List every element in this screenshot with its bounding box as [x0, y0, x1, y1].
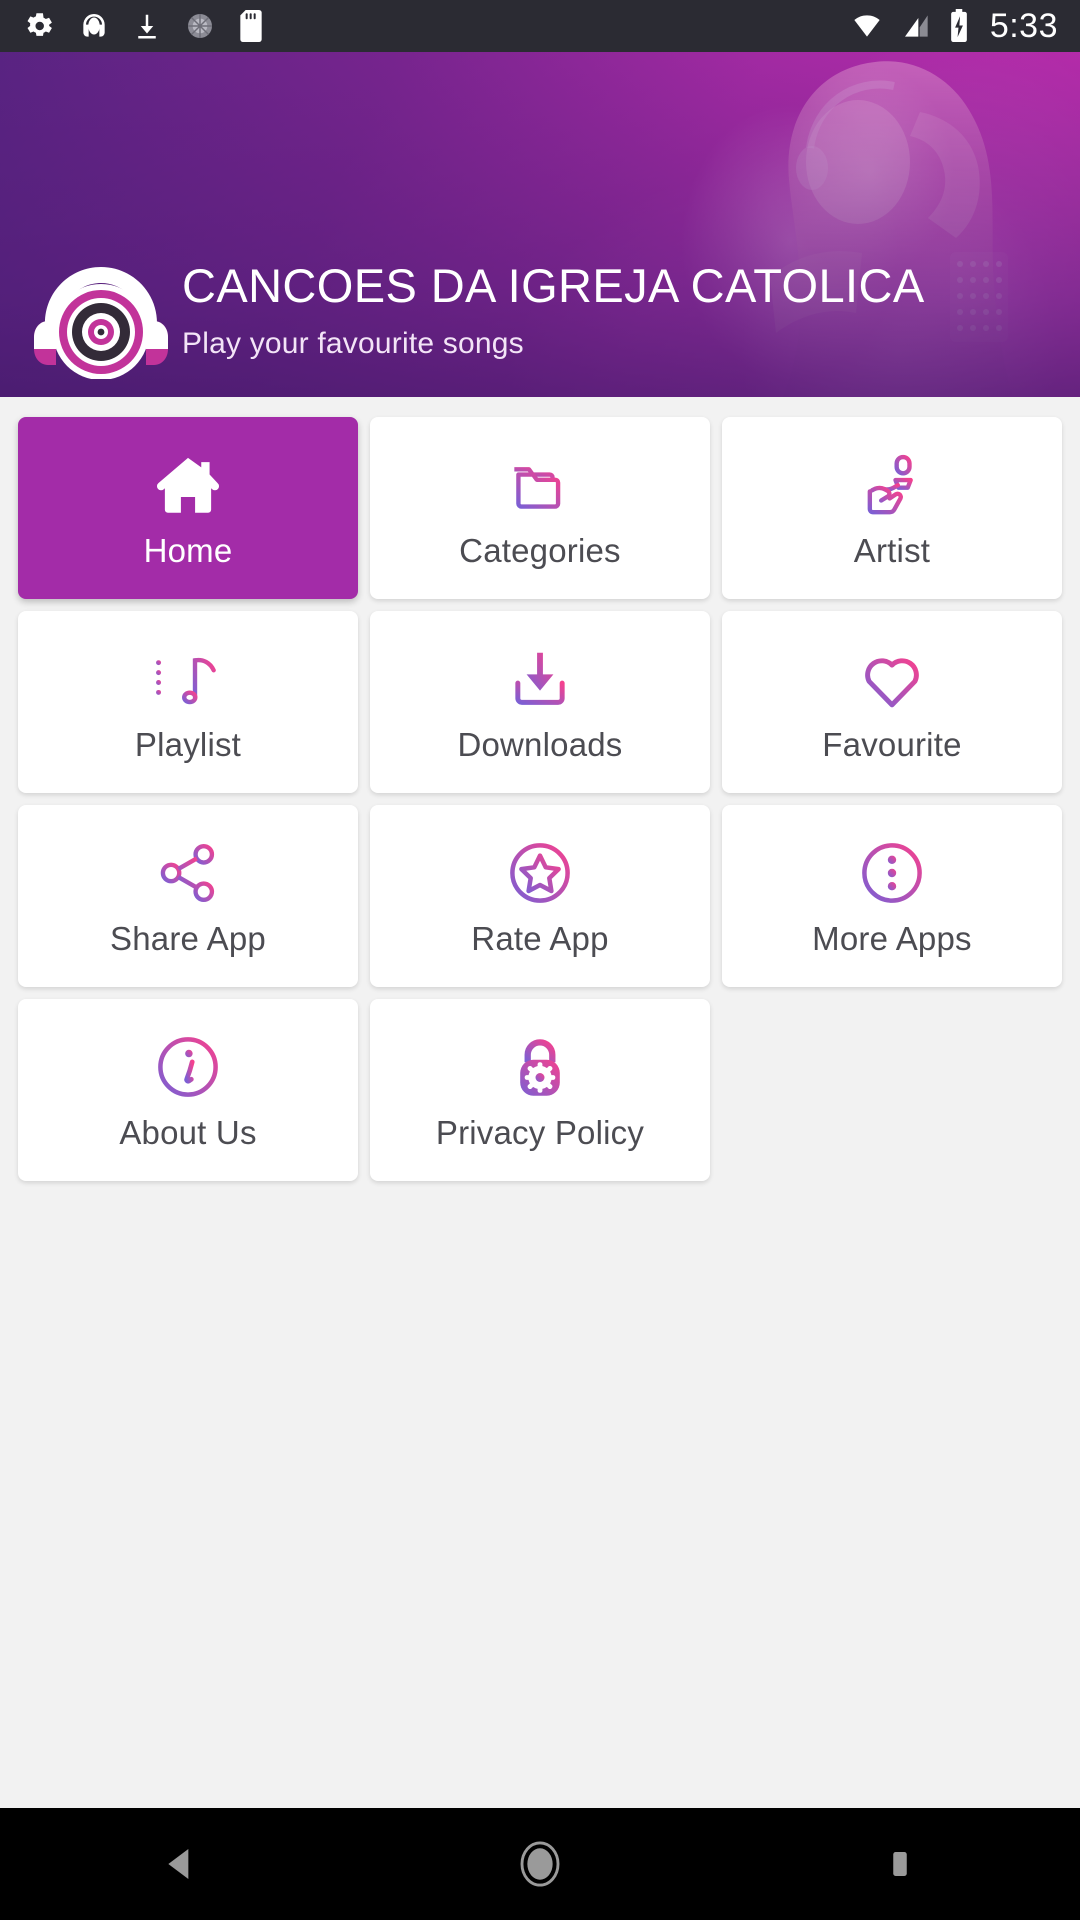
playlist-note-icon [153, 640, 223, 718]
menu-card-label: Rate App [471, 920, 609, 957]
grid-cell: Playlist [12, 605, 364, 799]
app-header-banner: CANCOES DA IGREJA CATOLICA Play your fav… [0, 52, 1080, 397]
home-icon [151, 446, 225, 524]
menu-card-label: Downloads [457, 726, 623, 763]
menu-card-favourite[interactable]: Favourite [721, 611, 1062, 793]
grid-cell: Privacy Policy [364, 993, 716, 1187]
wifi-icon [854, 15, 880, 37]
menu-card-playlist[interactable]: Playlist [18, 611, 358, 793]
menu-card-label: About Us [119, 1114, 257, 1151]
microphone-hand-icon [857, 446, 927, 524]
back-triangle-icon [168, 1849, 189, 1879]
folder-icon [505, 446, 575, 524]
menu-card-home[interactable]: Home [18, 417, 358, 599]
grid-cell: More Apps [716, 799, 1068, 993]
main-menu-grid: Home Categories Artist Playlist Download… [0, 397, 1080, 1187]
menu-card-label: More Apps [812, 920, 972, 957]
settings-gear-icon [27, 13, 52, 36]
android-status-bar: 5:33 [0, 0, 1080, 52]
menu-card-label: Home [143, 532, 233, 569]
home-circle-icon [520, 1841, 560, 1887]
menu-card-rate-app[interactable]: Rate App [369, 805, 710, 987]
heart-icon [855, 640, 929, 718]
android-navigation-bar [0, 1808, 1080, 1920]
grid-cell: Artist [716, 411, 1068, 605]
status-bar-notification-icons [22, 9, 264, 43]
grid-cell: About Us [12, 993, 364, 1187]
cell-signal-icon [904, 15, 928, 37]
content-empty-space [0, 1187, 1080, 1487]
app-logo [26, 249, 176, 380]
share-nodes-icon [153, 834, 223, 912]
status-bar-system-icons: 5:33 [848, 9, 1058, 43]
menu-card-privacy-policy[interactable]: Privacy Policy [369, 999, 710, 1181]
menu-card-artist[interactable]: Artist [721, 417, 1062, 599]
grid-cell: Categories [364, 411, 716, 605]
grid-cell: Favourite [716, 605, 1068, 799]
grid-cell: Share App [12, 799, 364, 993]
lock-gear-icon [504, 1028, 576, 1106]
nav-back-button[interactable] [100, 1808, 260, 1920]
menu-card-share-app[interactable]: Share App [18, 805, 358, 987]
headphones-icon [83, 14, 105, 37]
menu-card-label: Artist [853, 532, 931, 569]
dots-vertical-circle-icon [856, 834, 928, 912]
menu-card-label: Favourite [822, 726, 962, 763]
download-tray-icon [505, 640, 575, 718]
download-icon [138, 14, 156, 39]
menu-card-downloads[interactable]: Downloads [369, 611, 710, 793]
sync-spinner-icon [188, 14, 212, 38]
recents-square-icon [893, 1852, 907, 1876]
star-circle-icon [504, 834, 576, 912]
grid-cell: Home [12, 411, 364, 605]
menu-card-label: Privacy Policy [435, 1114, 645, 1151]
nav-recents-button[interactable] [820, 1808, 980, 1920]
status-bar-clock: 5:33 [989, 7, 1058, 45]
menu-card-categories[interactable]: Categories [369, 417, 710, 599]
menu-card-label: Categories [459, 532, 621, 569]
menu-card-label: Share App [110, 920, 266, 957]
menu-card-about-us[interactable]: About Us [18, 999, 358, 1181]
nav-home-button[interactable] [460, 1808, 620, 1920]
battery-charging-icon [950, 9, 967, 42]
menu-card-more-apps[interactable]: More Apps [721, 805, 1062, 987]
app-subtitle: Play your favourite songs [182, 326, 524, 360]
info-circle-icon [152, 1028, 224, 1106]
grid-cell: Downloads [364, 605, 716, 799]
grid-cell: Rate App [364, 799, 716, 993]
sd-card-icon [240, 10, 262, 42]
app-title: CANCOES DA IGREJA CATOLICA [182, 259, 925, 313]
menu-card-label: Playlist [134, 726, 242, 763]
